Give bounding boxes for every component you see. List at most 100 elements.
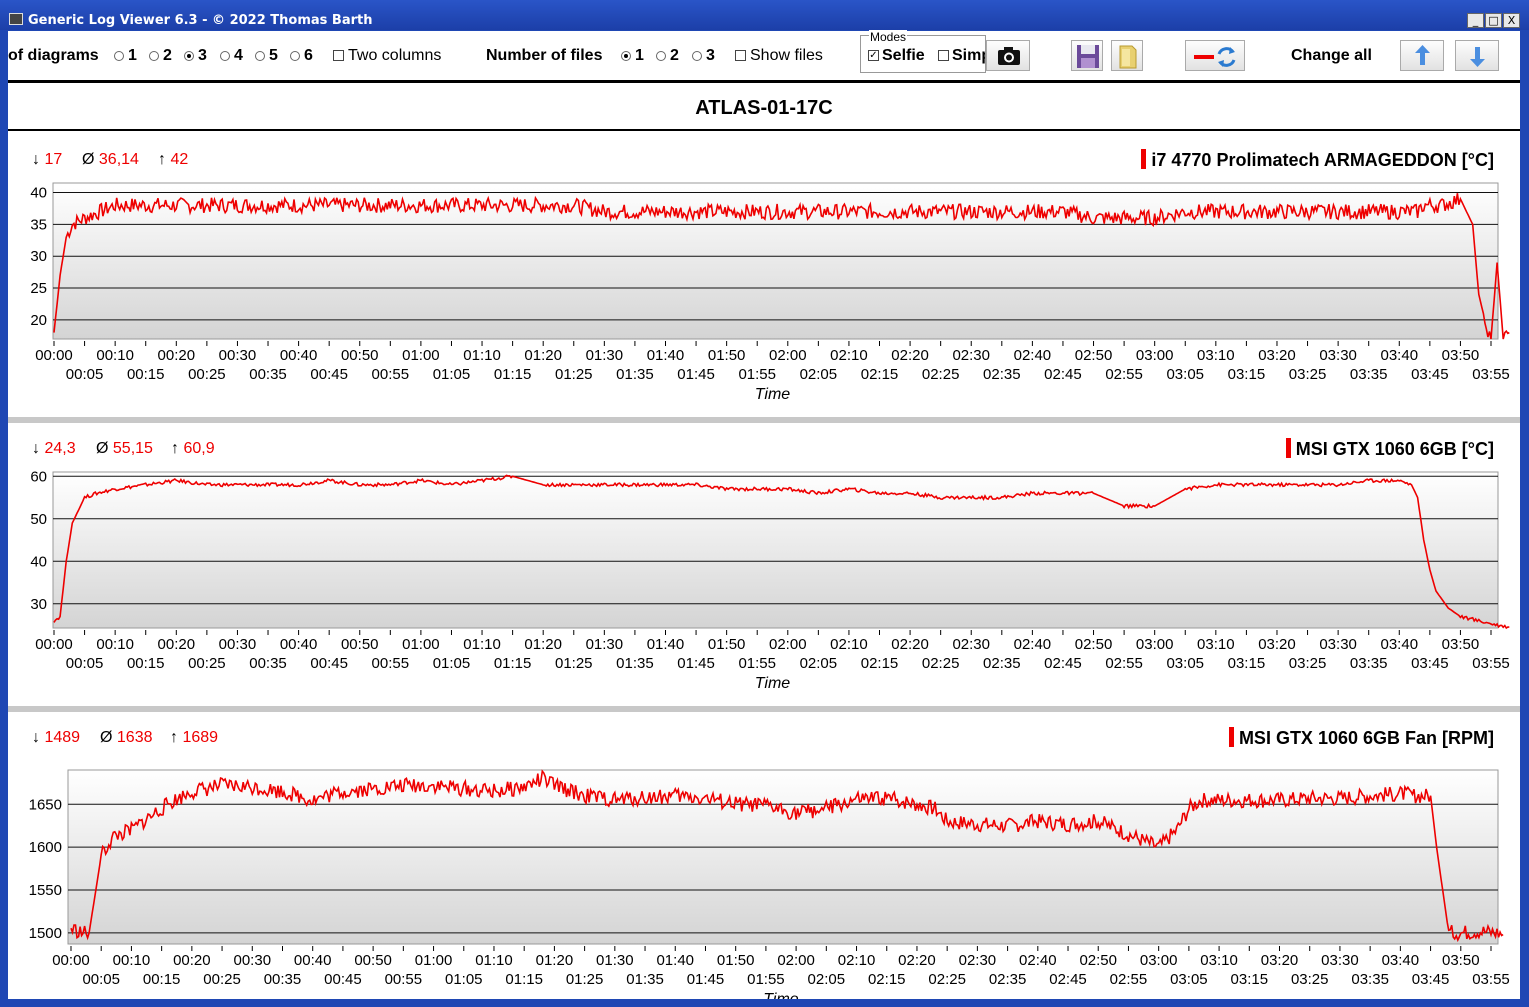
x-tick-label: 01:20 <box>524 347 562 364</box>
diagram-option-label: 3 <box>198 47 207 64</box>
move-up-button[interactable] <box>1400 40 1444 71</box>
plot-area <box>52 471 1499 629</box>
x-tick-label: 01:30 <box>586 347 624 364</box>
x-tick-label: 03:50 <box>1442 347 1480 364</box>
file-radio-1[interactable] <box>621 51 631 61</box>
x-tick-label: 03:55 <box>1472 366 1510 383</box>
save-icon <box>1077 45 1099 68</box>
arrow-up-icon <box>1415 45 1430 65</box>
x-tick-label: 00:15 <box>127 655 165 672</box>
x-tick-label: 02:40 <box>1014 347 1052 364</box>
x-tick-label: 01:45 <box>677 366 715 383</box>
diagram-radio-4[interactable] <box>220 51 230 61</box>
x-tick-label: 03:35 <box>1350 366 1388 383</box>
close-button[interactable]: X <box>1503 13 1520 28</box>
maximize-button[interactable]: □ <box>1485 13 1502 28</box>
files-label: Number of files <box>486 47 603 64</box>
x-tick-label: 01:05 <box>433 366 471 383</box>
y-tick-label: 20 <box>30 312 47 329</box>
modes-group: Modes ✓ Selfie Simp <box>860 30 986 73</box>
x-tick-label: 03:40 <box>1381 636 1419 653</box>
diagram-radio-5[interactable] <box>255 51 265 61</box>
y-tick-label: 30 <box>30 596 47 613</box>
x-tick-label: 02:35 <box>989 971 1027 988</box>
x-tick-label: 01:25 <box>555 366 593 383</box>
camera-icon <box>998 47 1020 65</box>
x-tick-label: 01:55 <box>747 971 785 988</box>
x-tick-label: 00:40 <box>280 636 318 653</box>
x-tick-label: 00:40 <box>294 952 332 969</box>
camera-button[interactable] <box>986 40 1030 71</box>
x-tick-label: 03:20 <box>1258 347 1296 364</box>
x-tick-label: 02:15 <box>861 366 899 383</box>
x-tick-label: 02:40 <box>1019 952 1057 969</box>
x-tick-label: 02:10 <box>830 636 868 653</box>
y-tick-label: 1500 <box>29 925 62 942</box>
two-columns-checkbox[interactable] <box>333 50 344 61</box>
x-tick-label: 00:25 <box>188 655 226 672</box>
selfie-checkbox[interactable]: ✓ <box>868 50 879 61</box>
stat-min: ↓ 24,3 <box>32 440 76 457</box>
sensor-title: MSI GTX 1060 6GB [°C] <box>1285 438 1494 460</box>
y-tick-label: 25 <box>30 280 47 297</box>
diagram-option-label: 2 <box>163 47 172 64</box>
x-tick-label: 03:55 <box>1472 971 1510 988</box>
x-tick-label: 02:25 <box>922 655 960 672</box>
x-tick-label: 03:45 <box>1411 655 1449 672</box>
x-tick-label: 00:30 <box>234 952 272 969</box>
x-tick-label: 03:10 <box>1197 347 1235 364</box>
stat-min-value: 17 <box>44 151 63 168</box>
x-tick-label: 00:30 <box>219 347 257 364</box>
x-tick-label: 03:40 <box>1381 347 1419 364</box>
stat-avg-value: 1638 <box>116 729 153 746</box>
x-tick-label: 00:45 <box>324 971 362 988</box>
x-tick-label: 01:00 <box>415 952 453 969</box>
x-axis-label: Time <box>755 675 791 692</box>
stat-max: ↑ 1689 <box>170 729 219 746</box>
x-tick-label: 03:50 <box>1442 952 1480 969</box>
move-down-button[interactable] <box>1455 40 1499 71</box>
file-option-label: 2 <box>670 47 679 64</box>
diagram-option-label: 4 <box>234 47 243 64</box>
file-radio-3[interactable] <box>692 51 702 61</box>
x-tick-label: 00:25 <box>188 366 226 383</box>
sensor-title: MSI GTX 1060 6GB Fan [RPM] <box>1228 727 1494 749</box>
diagrams-label: of diagrams <box>8 47 99 64</box>
stat-avg: Ø 1638 <box>100 729 153 746</box>
x-tick-label: 01:15 <box>494 655 532 672</box>
x-tick-label: 03:15 <box>1231 971 1269 988</box>
y-tick-label: 40 <box>30 553 47 570</box>
diagram-radio-1[interactable] <box>114 51 124 61</box>
stat-min-value: 1489 <box>44 729 81 746</box>
series-color-marker <box>1228 727 1234 747</box>
x-tick-label: 03:25 <box>1289 655 1327 672</box>
x-tick-label: 01:55 <box>738 655 776 672</box>
stat-min-value: 24,3 <box>44 440 76 457</box>
app-icon <box>9 13 23 25</box>
line-style-button[interactable] <box>1185 40 1245 71</box>
x-axis-label: Time <box>755 386 791 403</box>
show-files-checkbox[interactable] <box>735 50 746 61</box>
simple-checkbox[interactable] <box>938 50 949 61</box>
diagram-radio-6[interactable] <box>290 51 300 61</box>
selfie-label: Selfie <box>882 47 925 64</box>
diagram-radio-2[interactable] <box>149 51 159 61</box>
file-radio-2[interactable] <box>656 51 666 61</box>
save-button[interactable] <box>1071 40 1103 71</box>
two-columns-label: Two columns <box>348 47 442 64</box>
x-tick-label: 01:35 <box>616 366 654 383</box>
minimize-button[interactable]: _ <box>1467 13 1484 28</box>
x-tick-label: 00:50 <box>341 636 379 653</box>
stat-max-value: 1689 <box>182 729 219 746</box>
sensor-title-text: MSI GTX 1060 6GB [°C] <box>1295 439 1494 459</box>
y-tick-label: 35 <box>30 216 47 233</box>
panel-separator <box>8 706 1520 712</box>
x-tick-label: 01:00 <box>402 347 440 364</box>
x-tick-label: 01:15 <box>494 366 532 383</box>
diagram-radio-3[interactable] <box>184 51 194 61</box>
x-tick-label: 00:45 <box>310 366 348 383</box>
x-tick-label: 03:15 <box>1228 655 1266 672</box>
open-button[interactable] <box>1111 40 1143 71</box>
x-tick-label: 00:40 <box>280 347 318 364</box>
x-tick-label: 02:25 <box>928 971 966 988</box>
